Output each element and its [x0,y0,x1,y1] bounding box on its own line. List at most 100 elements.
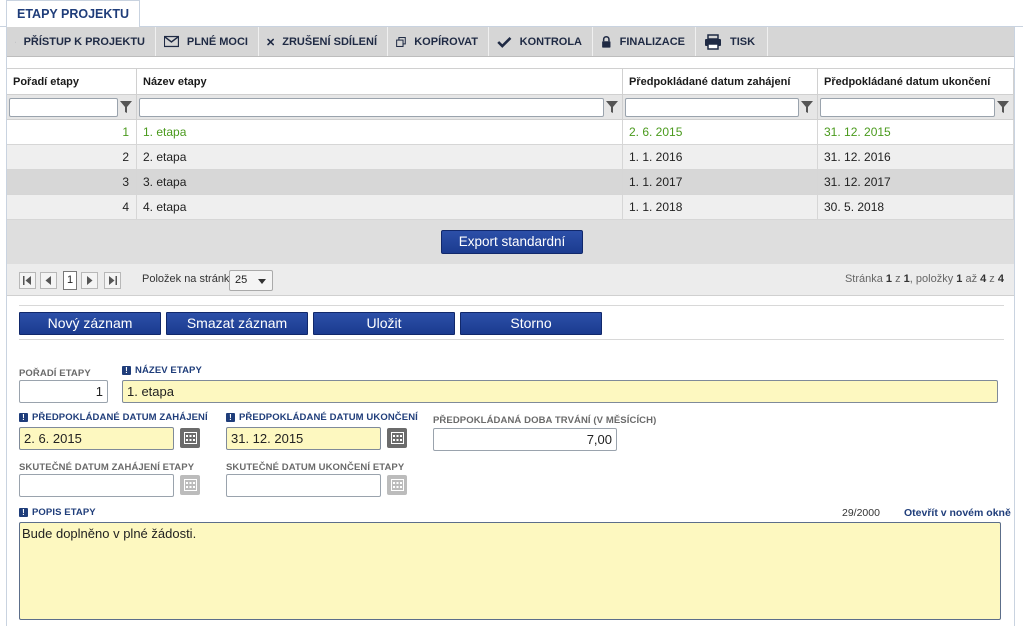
toolbar-power-of-attorney-button[interactable]: PLNÉ MOCI [156,27,259,56]
cell-start: 1. 1. 2018 [623,195,818,219]
divider [19,339,1004,340]
lock-icon [602,35,611,48]
cell-start: 1. 1. 2016 [623,145,818,169]
cell-name: 4. etapa [137,195,623,219]
toolbar-finalize-button[interactable]: FINALIZACE [593,27,696,56]
cell-name: 3. etapa [137,170,623,194]
toolbar-print-button[interactable]: TISK [696,27,768,56]
divider [19,305,1004,306]
start-date-field[interactable]: 2. 6. 2015 [19,427,174,450]
duration-label: PŘEDPOKLÁDANÁ DOBA TRVÁNÍ (V MĚSÍCÍCH) [433,415,657,426]
start-date-label: ! PŘEDPOKLÁDANÉ DATUM ZAHÁJENÍ [19,412,208,423]
cell-name: 2. etapa [137,145,623,169]
calendar-icon [180,475,200,495]
filter-input-end[interactable] [820,97,995,117]
printer-icon [705,33,721,50]
table-row[interactable]: 4 4. etapa 1. 1. 2018 30. 5. 2018 [7,195,1014,220]
per-page-select[interactable]: 25 [229,270,273,291]
people-icon [15,41,16,42]
toolbar-check-label: KONTROLA [519,35,582,48]
prev-page-icon [45,276,51,285]
calendar-icon[interactable] [180,428,200,448]
duration-field: 7,00 [433,428,617,451]
toolbar-print-label: TISK [730,35,756,48]
delete-record-button[interactable]: Smazat záznam [166,312,308,335]
actual-end-field [226,474,381,497]
grid-header: Pořadí etapy Název etapy Předpokládané d… [7,68,1014,95]
order-field[interactable]: 1 [19,380,108,403]
toolbar-power-label: PLNÉ MOCI [186,35,248,48]
first-page-icon [23,276,31,285]
export-bar: Export standardní [7,220,1014,264]
filter-icon[interactable] [118,98,134,117]
description-counter: 29/2000 [842,507,880,519]
table-row[interactable]: 2 2. etapa 1. 1. 2016 31. 12. 2016 [7,145,1014,170]
description-textarea[interactable]: Bude doplněno v plné žádosti. [19,522,1001,620]
actual-start-field [19,474,174,497]
cell-end: 31. 12. 2017 [818,170,1014,194]
end-date-field[interactable]: 31. 12. 2015 [226,427,381,450]
calendar-icon[interactable] [387,428,407,448]
cell-end: 30. 5. 2018 [818,195,1014,219]
toolbar-check-button[interactable]: KONTROLA [489,27,593,56]
toolbar-copy-button[interactable]: KOPÍROVAT [388,27,489,56]
column-header-start[interactable]: Předpokládané datum zahájení [623,69,818,94]
required-icon: ! [122,366,131,375]
next-page-button[interactable] [81,272,98,289]
toolbar-finalize-label: FINALIZACE [619,35,685,48]
pager: 1 Položek na stránku 25 Stránka 1 z 1, p… [7,264,1014,296]
required-icon: ! [226,413,235,422]
per-page-label: Položek na stránku [142,273,236,285]
cell-order: 4 [7,195,137,219]
grid-filter-row [7,95,1014,120]
cell-end: 31. 12. 2016 [818,145,1014,169]
cancel-button[interactable]: Storno [460,312,602,335]
name-field[interactable]: 1. etapa [122,380,998,403]
envelope-icon [164,35,179,48]
filter-icon[interactable] [604,98,620,117]
copy-icon [396,36,406,47]
last-page-button[interactable] [104,272,121,289]
prev-page-button[interactable] [40,272,57,289]
filter-input-name[interactable] [139,97,604,117]
cell-start: 1. 1. 2017 [623,170,818,194]
filter-input-start[interactable] [625,97,799,117]
next-page-icon [87,276,93,285]
check-icon [497,36,512,48]
first-page-button[interactable] [19,272,36,289]
pager-info: Stránka 1 z 1, položky 1 až 4 z 4 [844,273,1004,285]
last-page-icon [109,276,117,285]
table-row[interactable]: 3 3. etapa 1. 1. 2017 31. 12. 2017 [7,170,1014,195]
tab-strip: ETAPY PROJEKTU [0,0,1023,28]
filter-icon[interactable] [995,98,1011,117]
open-in-new-window-link[interactable]: Otevřít v novém okně [904,507,1011,519]
required-icon: ! [19,413,28,422]
export-standard-button[interactable]: Export standardní [441,230,583,254]
filter-input-order[interactable] [9,97,118,117]
toolbar-copy-label: KOPÍROVAT [414,35,478,48]
chevron-down-icon [258,279,266,284]
toolbar: PŘÍSTUP K PROJEKTU PLNÉ MOCI ZRUŠENÍ SDÍ… [7,27,1014,57]
column-header-end[interactable]: Předpokládané datum ukončení [818,69,1014,94]
column-header-name[interactable]: Název etapy [137,69,623,94]
calendar-icon [387,475,407,495]
cell-order: 3 [7,170,137,194]
per-page-value: 25 [235,274,248,286]
cell-name: 1. etapa [137,120,623,144]
stages-grid: Pořadí etapy Název etapy Předpokládané d… [7,68,1014,220]
column-header-order[interactable]: Pořadí etapy [7,69,137,94]
main-panel: PŘÍSTUP K PROJEKTU PLNÉ MOCI ZRUŠENÍ SDÍ… [6,27,1015,626]
actual-start-label: SKUTEČNÉ DATUM ZAHÁJENÍ ETAPY [19,462,195,473]
order-label: POŘADÍ ETAPY [19,368,91,379]
new-record-button[interactable]: Nový záznam [19,312,161,335]
cell-start: 2. 6. 2015 [623,120,818,144]
actual-end-label: SKUTEČNÉ DATUM UKONČENÍ ETAPY [226,462,405,473]
toolbar-cancel-sharing-button[interactable]: ZRUŠENÍ SDÍLENÍ [259,27,388,56]
toolbar-access-button[interactable]: PŘÍSTUP K PROJEKTU [7,27,156,56]
current-page[interactable]: 1 [63,271,77,290]
save-button[interactable]: Uložit [313,312,455,335]
filter-icon[interactable] [799,98,815,117]
name-label: ! NÁZEV ETAPY [122,365,202,376]
tab-etapy-projektu[interactable]: ETAPY PROJEKTU [6,0,141,28]
table-row[interactable]: 1 1. etapa 2. 6. 2015 31. 12. 2015 [7,120,1014,145]
